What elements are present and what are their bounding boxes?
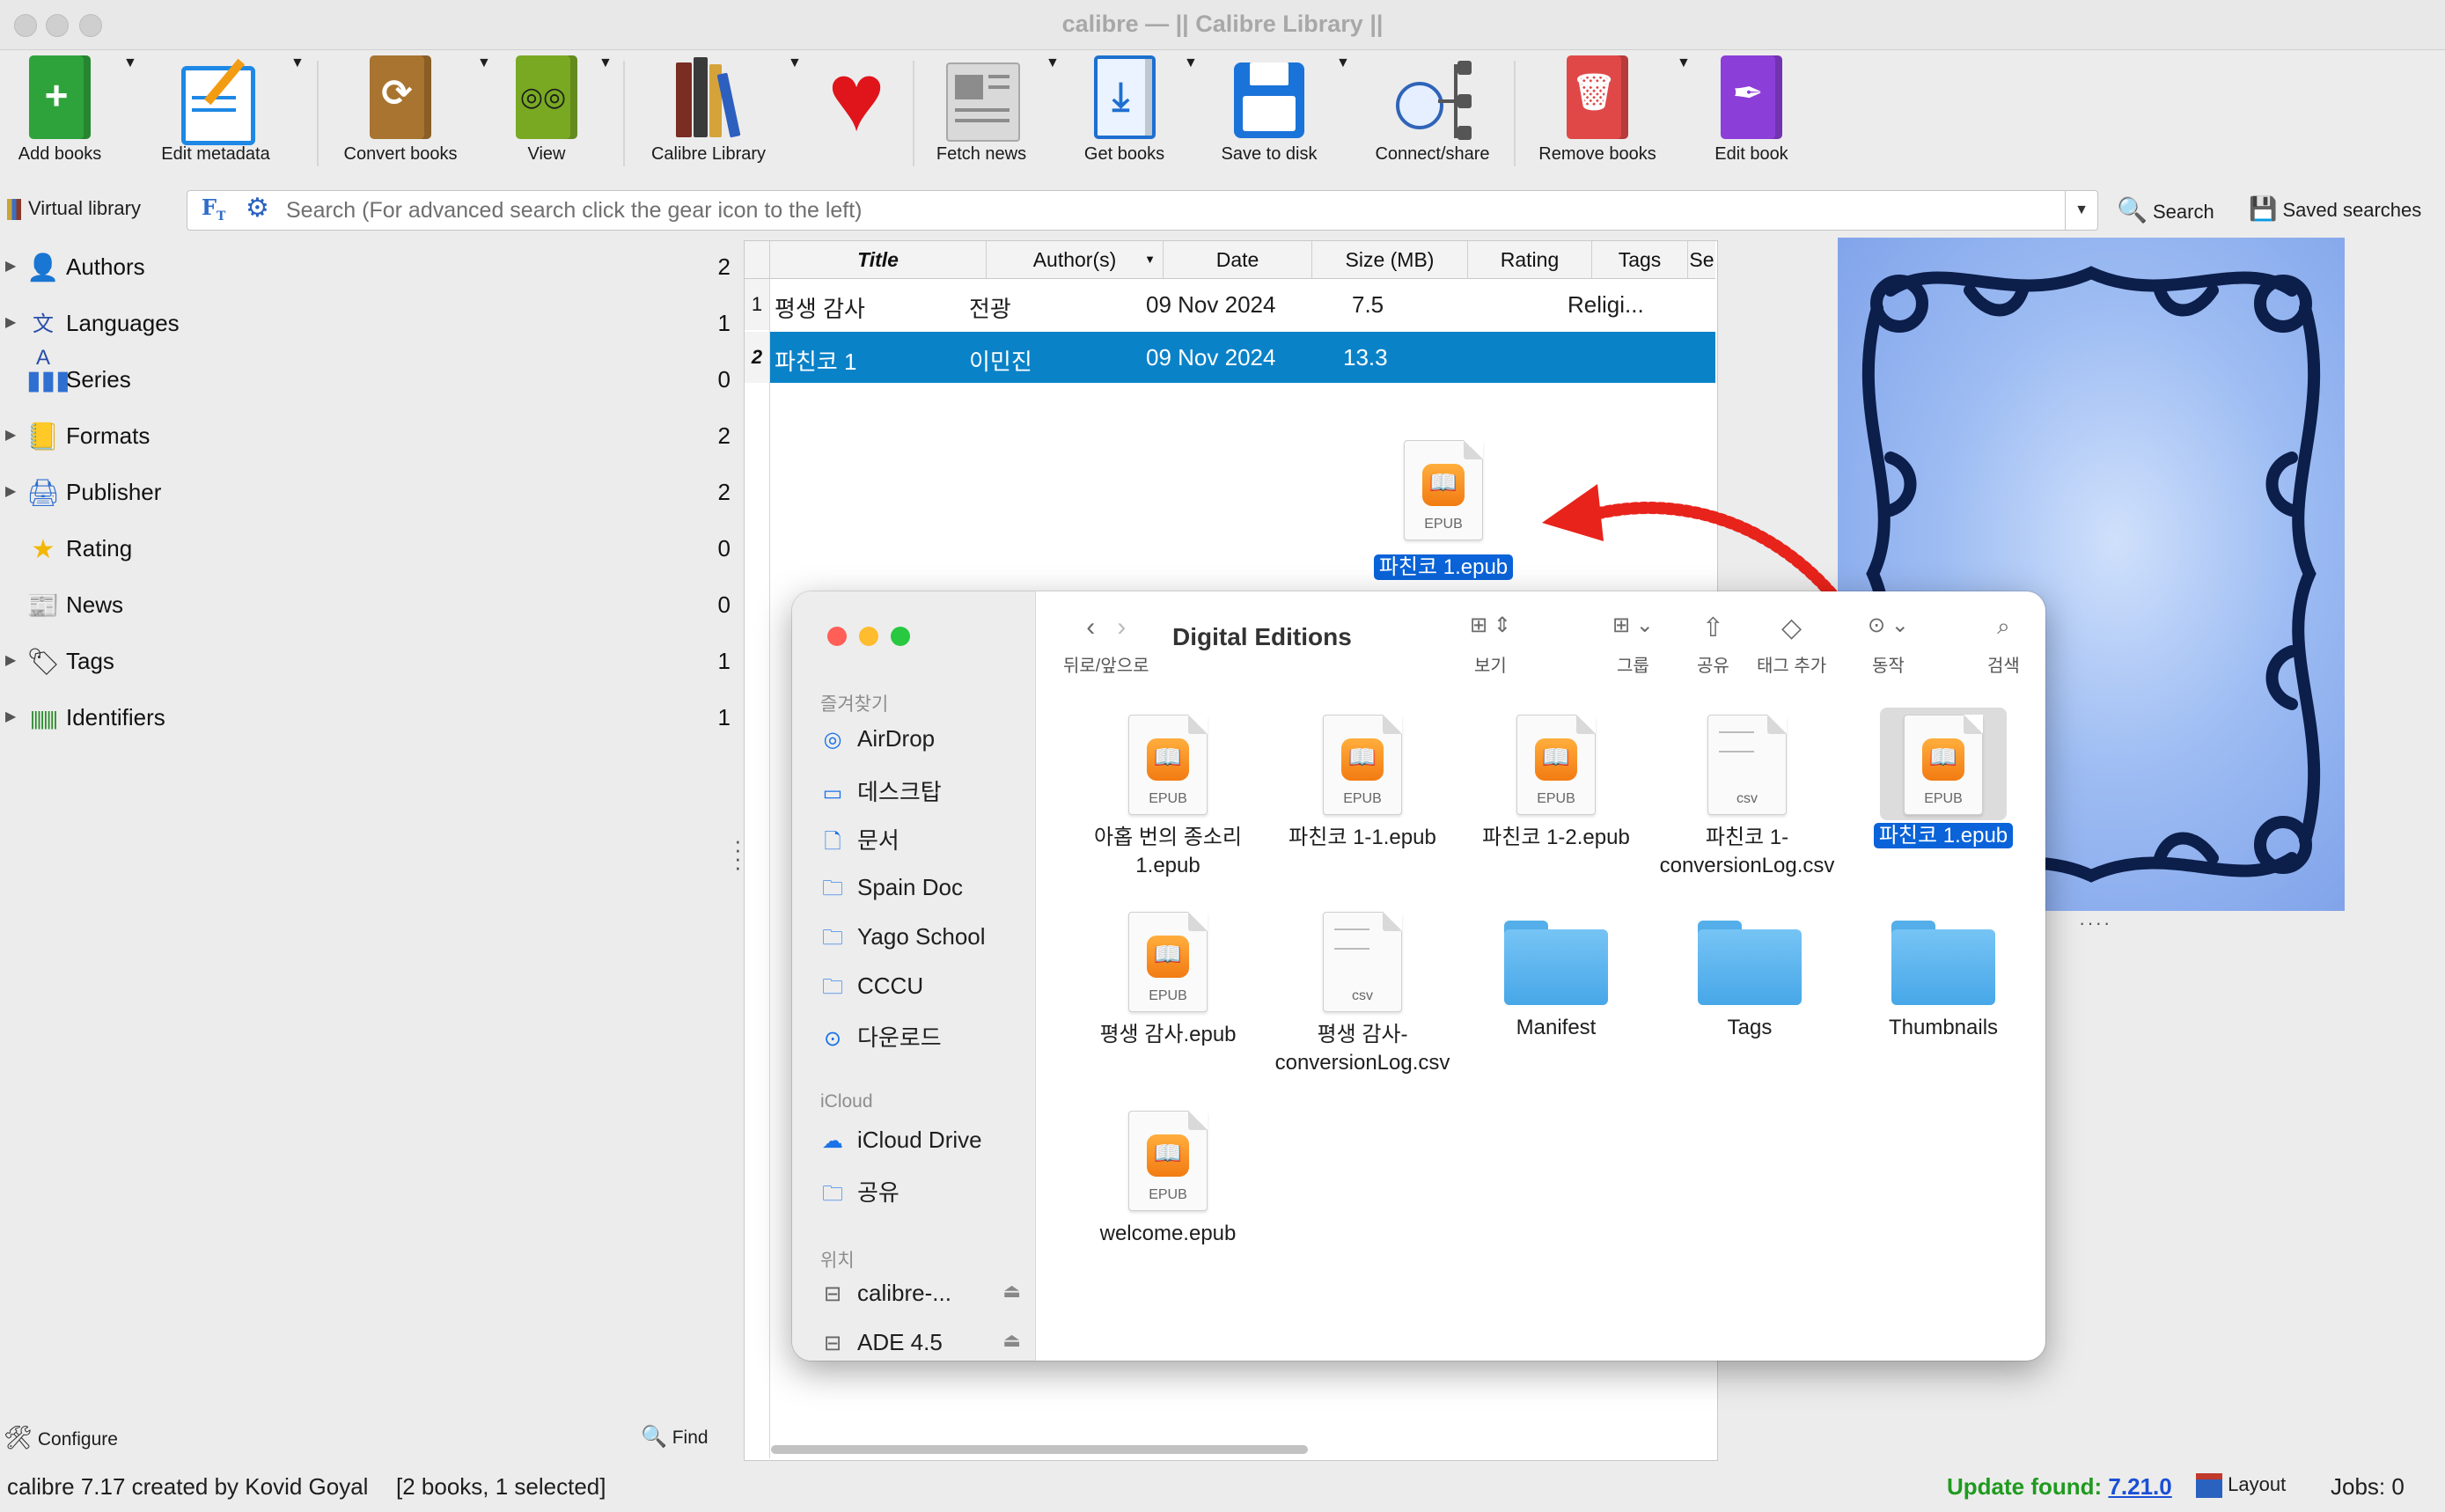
file-item[interactable]: EPUB 아홉 번의 종소리 1.epub [1076, 715, 1260, 880]
tag-icon: ◇ [1781, 613, 1803, 642]
add-tag-label: 태그 추가 [1757, 657, 1827, 676]
epub-file-icon: EPUB [1128, 1111, 1208, 1211]
icloud-header: iCloud [820, 1091, 873, 1112]
layout-icon [2196, 1473, 2222, 1499]
status-book-count: [2 books, 1 selected] [396, 1473, 606, 1500]
sidebar-item-cccu[interactable]: 🗀 CCCU [819, 972, 923, 1007]
search-button[interactable]: ⌕ 검색 [1987, 613, 2020, 677]
grid-view-icon: ⊞ ⇕ [1470, 613, 1511, 637]
group-icon: ⊞ ⌄ [1612, 613, 1654, 637]
finder-title: Digital Editions [1172, 623, 1352, 650]
csv-file-icon: csv [1323, 912, 1402, 1012]
folder-icon [1698, 917, 1802, 1005]
file-item[interactable]: EPUB 파친코 1-1.epub [1270, 715, 1455, 852]
file-item[interactable]: EPUB welcome.epub [1076, 1111, 1260, 1248]
csv-file-icon: csv [1707, 715, 1787, 815]
folder-item[interactable]: Tags [1657, 912, 1842, 1042]
finder-zoom-button[interactable] [891, 627, 910, 646]
view-mode-button[interactable]: ⊞ ⇕ 보기 [1470, 613, 1511, 677]
chevron-left-icon[interactable]: ‹ [1086, 613, 1095, 642]
download-icon: ⊙ [823, 1027, 842, 1051]
share-icon: ⇧ [1701, 613, 1724, 642]
file-item[interactable]: csv 파친코 1-conversionLog.csv [1655, 715, 1839, 880]
cloud-icon: ☁ [822, 1129, 843, 1153]
chevron-right-icon[interactable]: › [1117, 613, 1126, 642]
layout-button[interactable]: Layout [2196, 1473, 2287, 1499]
folder-item[interactable]: Thumbnails [1851, 912, 2036, 1042]
folder-name: Thumbnails [1888, 1016, 1999, 1039]
folder-icon [1891, 917, 1995, 1005]
drive-icon: ⊟ [823, 1332, 842, 1355]
ellipsis-circle-icon: ⊙ ⌄ [1868, 613, 1909, 637]
back-forward-buttons[interactable]: ‹ › 뒤로/앞으로 [1063, 613, 1149, 677]
sidebar-item-yago-school[interactable]: 🗀 Yago School [819, 922, 986, 958]
file-name: 파친코 1.epub [1873, 823, 2014, 848]
finder-sidebar: 즐겨찾기 ◎ AirDrop ▭ 데스크탑 🗋 문서 🗀 Spain Doc 🗀 Yago… [792, 591, 1036, 1361]
back-forward-label: 뒤로/앞으로 [1063, 657, 1149, 676]
drag-arrow-head-icon [1542, 484, 1604, 541]
sidebar-item-documents[interactable]: 🗋 문서 [819, 823, 899, 858]
folder-item[interactable]: Manifest [1464, 912, 1648, 1042]
file-name: 파친코 1-conversionLog.csv [1659, 826, 1835, 877]
status-version: calibre 7.17 created by Kovid Goyal [7, 1473, 369, 1500]
sidebar-item-airdrop[interactable]: ◎ AirDrop [819, 725, 936, 760]
group-label: 그룹 [1617, 657, 1649, 676]
folder-icon [1504, 917, 1608, 1005]
file-item[interactable]: EPUB 파친코 1-2.epub [1464, 715, 1648, 852]
share-label: 공유 [1697, 657, 1729, 676]
sidebar-item-icloud-drive[interactable]: ☁ iCloud Drive [819, 1127, 982, 1162]
epub-file-icon: EPUB [1904, 715, 1983, 815]
locations-header: 위치 [820, 1251, 855, 1271]
finder-minimize-button[interactable] [859, 627, 878, 646]
share-button[interactable]: ⇧ 공유 [1697, 613, 1729, 677]
file-item[interactable]: EPUB 평생 감사.epub [1076, 912, 1260, 1049]
file-item-selected[interactable]: EPUB 파친코 1.epub [1851, 708, 2036, 850]
sidebar-item-shared[interactable]: 🗀 공유 [819, 1175, 899, 1210]
update-version-link[interactable]: 7.21.0 [2108, 1473, 2171, 1500]
eject-icon[interactable]: ⏏ [1002, 1329, 1021, 1352]
action-button[interactable]: ⊙ ⌄ 동작 [1868, 613, 1909, 677]
eject-icon[interactable]: ⏏ [1002, 1280, 1021, 1303]
epub-file-icon: EPUB [1323, 715, 1402, 815]
file-name: 아홉 번의 종소리 1.epub [1094, 826, 1242, 877]
update-label: Update found: [1947, 1473, 2103, 1500]
action-label: 동작 [1872, 657, 1905, 676]
group-button[interactable]: ⊞ ⌄ 그룹 [1612, 613, 1654, 677]
file-name: 파친코 1-1.epub [1289, 826, 1436, 849]
folder-icon: 🗀 [822, 877, 843, 900]
desktop-icon: ▭ [822, 782, 843, 805]
folder-name: Tags [1727, 1016, 1773, 1039]
finder-close-button[interactable] [827, 627, 847, 646]
file-name: 평생 감사-conversionLog.csv [1274, 1023, 1450, 1075]
status-bar: calibre 7.17 created by Kovid Goyal [2 b… [0, 1461, 2445, 1512]
sidebar-item-spain-doc[interactable]: 🗀 Spain Doc [819, 873, 963, 908]
view-label: 보기 [1474, 657, 1507, 676]
finder-window: 즐겨찾기 ◎ AirDrop ▭ 데스크탑 🗋 문서 🗀 Spain Doc 🗀 Yago… [792, 591, 2045, 1361]
folder-name: Manifest [1516, 1016, 1597, 1039]
epub-file-icon: EPUB [1516, 715, 1596, 815]
document-icon: 🗋 [824, 830, 841, 854]
sidebar-item-calibre-drive[interactable]: ⊟ calibre-... ⏏ [819, 1280, 1021, 1315]
folder-icon: 🗀 [822, 926, 843, 950]
favorites-header: 즐겨찾기 [820, 694, 889, 715]
epub-file-icon: EPUB [1128, 715, 1208, 815]
file-name: 파친코 1-2.epub [1482, 826, 1630, 849]
search-icon: ⌕ [1997, 613, 2010, 639]
folder-icon: 🗀 [822, 975, 843, 999]
update-notice: Update found: 7.21.0 [1947, 1473, 2172, 1501]
drive-icon: ⊟ [823, 1282, 842, 1306]
sidebar-item-ade[interactable]: ⊟ ADE 4.5 ⏏ [819, 1329, 1021, 1361]
file-name: welcome.epub [1099, 1222, 1237, 1245]
shared-folder-icon: 🗀 [822, 1182, 843, 1206]
file-item[interactable]: csv 평생 감사-conversionLog.csv [1270, 912, 1455, 1077]
layout-label: Layout [2228, 1473, 2287, 1495]
file-name: 평생 감사.epub [1099, 1023, 1237, 1046]
sidebar-item-desktop[interactable]: ▭ 데스크탑 [819, 774, 942, 810]
sidebar-item-downloads[interactable]: ⊙ 다운로드 [819, 1020, 942, 1055]
add-tag-button[interactable]: ◇ 태그 추가 [1757, 613, 1826, 677]
search-label: 검색 [1987, 657, 2020, 676]
airdrop-icon: ◎ [823, 728, 842, 752]
jobs-indicator[interactable]: Jobs: 0 [2331, 1473, 2405, 1501]
epub-file-icon: EPUB [1128, 912, 1208, 1012]
